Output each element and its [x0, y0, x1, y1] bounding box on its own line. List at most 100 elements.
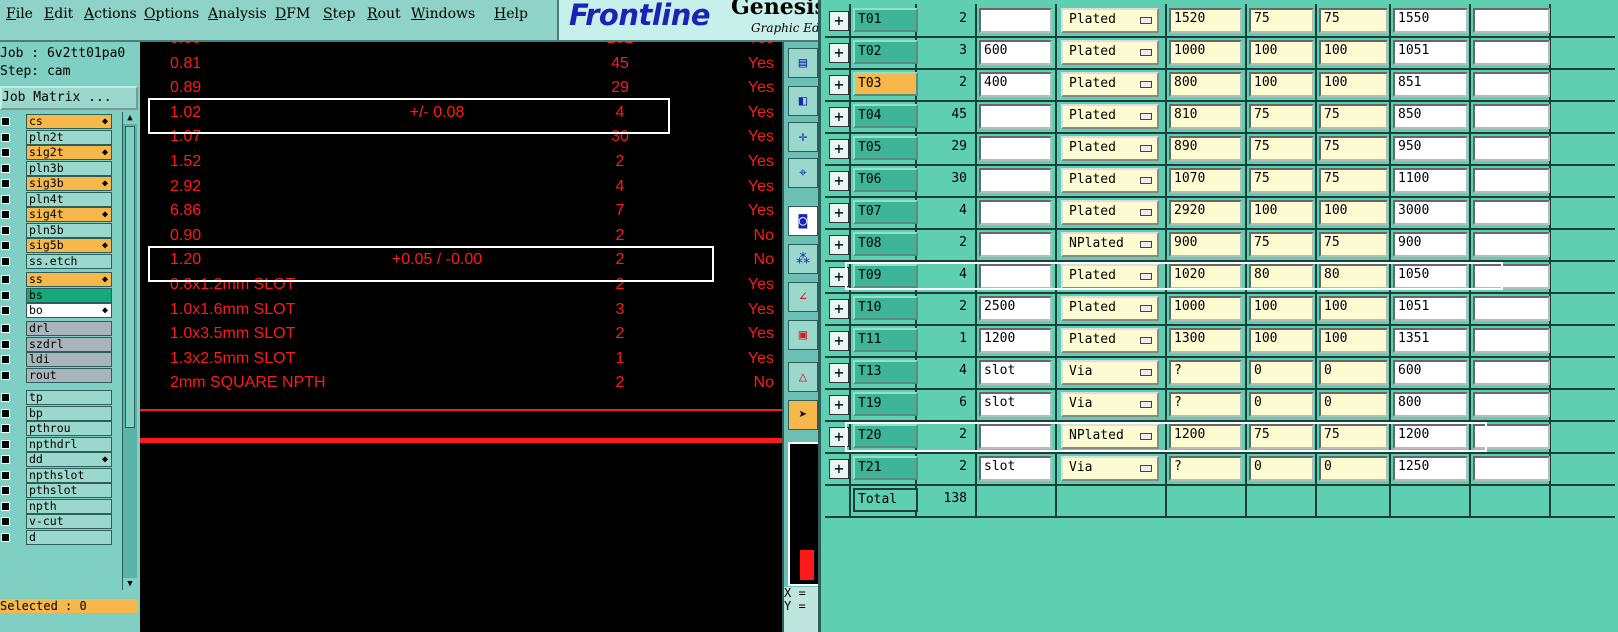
layer-row-ldi[interactable]: ldi	[0, 352, 120, 367]
tool-drill-size-field[interactable]: 800	[1393, 392, 1468, 417]
tool-drill-size-field[interactable]: 850	[1393, 104, 1468, 129]
layer-row-szdrl[interactable]: szdrl	[0, 336, 120, 352]
tool-drill-size-field[interactable]: 600	[1393, 360, 1468, 385]
tool-type-select[interactable]: Plated	[1061, 296, 1159, 321]
layer-checkbox[interactable]	[1, 306, 10, 315]
tool-extra-field[interactable]	[1473, 136, 1550, 161]
layer-checkbox[interactable]	[1, 225, 10, 235]
tool-param-field[interactable]: 600	[979, 40, 1052, 65]
add-tool-icon[interactable]: +	[829, 43, 849, 63]
tool-tol-plus-field[interactable]: 0	[1249, 456, 1314, 481]
tool-finish-size-field[interactable]: ?	[1169, 456, 1242, 481]
layer-name[interactable]: pln5b	[26, 222, 112, 238]
layer-name[interactable]: pln4t	[26, 191, 112, 207]
tool-type-select[interactable]: Plated	[1061, 8, 1159, 33]
menu-edit[interactable]: Edit	[44, 6, 73, 22]
tool-finish-size-field[interactable]: 900	[1169, 232, 1242, 257]
tool-extra-field[interactable]	[1473, 200, 1550, 225]
tool-drill-size-field[interactable]: 1051	[1393, 296, 1468, 321]
scroll-down-arrow-icon[interactable]: ▼	[123, 578, 137, 590]
tool-name-button[interactable]: T08	[853, 232, 918, 256]
job-matrix-button[interactable]: Job Matrix ...	[0, 86, 138, 110]
tool-extra-field[interactable]	[1473, 360, 1550, 385]
tool-drill-size-field[interactable]: 1250	[1393, 456, 1468, 481]
layer-checkbox[interactable]	[1, 424, 10, 433]
tool-name-button[interactable]: T13	[853, 360, 918, 384]
layer-list-scrollbar[interactable]: ▲ ▼	[122, 112, 137, 590]
layer-row-npthslot[interactable]: npthslot	[0, 467, 120, 483]
tool-tol-plus-field[interactable]: 75	[1249, 104, 1314, 129]
tool-tol-minus-field[interactable]: 100	[1319, 72, 1388, 97]
layer-checkbox[interactable]	[1, 517, 10, 526]
tool-tol-plus-field[interactable]: 100	[1249, 40, 1314, 65]
tool-finish-size-field[interactable]: 1000	[1169, 296, 1242, 321]
tool-extra-field[interactable]	[1473, 328, 1550, 353]
tool-extra-field[interactable]	[1473, 8, 1550, 33]
layer-row-pln2t[interactable]: pln2t	[0, 129, 120, 145]
tool-finish-size-field[interactable]: 1070	[1169, 168, 1242, 193]
menu-rout[interactable]: Rout	[367, 6, 401, 22]
fit-window-icon[interactable]: ◧	[788, 86, 818, 116]
layer-row-tp[interactable]: tp	[0, 390, 120, 405]
tool-tol-minus-field[interactable]: 100	[1319, 296, 1388, 321]
menu-options[interactable]: Options	[144, 6, 199, 22]
tool-tol-plus-field[interactable]: 0	[1249, 392, 1314, 417]
tool-name-button[interactable]: T05	[853, 136, 918, 160]
layer-checkbox[interactable]	[1, 470, 10, 480]
layer-name[interactable]: szdrl	[26, 336, 112, 352]
layer-row-cs[interactable]: cs ◆	[0, 114, 120, 129]
layer-name[interactable]: dd ◆	[26, 452, 112, 467]
tool-extra-field[interactable]	[1473, 168, 1550, 193]
layer-checkbox[interactable]	[1, 163, 10, 173]
layer-name[interactable]: cs ◆	[26, 114, 112, 129]
layer-name[interactable]: bs	[26, 287, 112, 303]
menu-step[interactable]: Step	[323, 6, 355, 22]
add-tool-icon[interactable]: +	[829, 11, 849, 31]
tool-name-button[interactable]: T03	[853, 72, 918, 96]
tool-finish-size-field[interactable]: 2920	[1169, 200, 1242, 225]
tool-extra-field[interactable]	[1473, 72, 1550, 97]
tool-name-button[interactable]: T11	[853, 328, 918, 352]
tool-tol-plus-field[interactable]: 75	[1249, 168, 1314, 193]
layer-row-sig3b[interactable]: sig3b ◆	[0, 176, 120, 191]
tool-name-button[interactable]: T01	[853, 8, 918, 32]
layer-row-ss[interactable]: ss ◆	[0, 272, 120, 287]
layer-name[interactable]: pthslot	[26, 483, 112, 498]
tool-name-button[interactable]: T07	[853, 200, 918, 224]
layer-checkbox[interactable]	[1, 455, 10, 464]
tool-extra-field[interactable]	[1473, 40, 1550, 65]
menu-windows[interactable]: Windows	[411, 6, 475, 22]
tool-finish-size-field[interactable]: 1000	[1169, 40, 1242, 65]
layer-checkbox[interactable]	[1, 132, 10, 142]
tool-tol-minus-field[interactable]: 75	[1319, 8, 1388, 33]
layer-row-dd[interactable]: dd ◆	[0, 452, 120, 467]
tool-tol-plus-field[interactable]: 100	[1249, 200, 1314, 225]
tool-drill-size-field[interactable]: 950	[1393, 136, 1468, 161]
layer-row-sig5b[interactable]: sig5b ◆	[0, 238, 120, 253]
measure-icon[interactable]: ⌖	[788, 158, 818, 188]
tool-param-field[interactable]	[979, 8, 1052, 33]
tool-name-button[interactable]: T10	[853, 296, 918, 320]
tool-tol-plus-field[interactable]: 75	[1249, 232, 1314, 257]
tool-param-field[interactable]	[979, 168, 1052, 193]
menu-file[interactable]: File	[6, 6, 33, 22]
layer-row-pthrou[interactable]: pthrou	[0, 421, 120, 436]
layer-row-bo[interactable]: bo ◆	[0, 303, 120, 318]
add-tool-icon[interactable]: +	[829, 331, 849, 351]
layer-name[interactable]: sig3b ◆	[26, 176, 112, 191]
tool-param-field[interactable]: 1200	[979, 328, 1052, 353]
snap-icon[interactable]: ◙	[788, 206, 818, 236]
tool-tol-plus-field[interactable]: 100	[1249, 328, 1314, 353]
tool-tol-minus-field[interactable]: 0	[1319, 392, 1388, 417]
tool-type-select[interactable]: Plated	[1061, 200, 1159, 225]
tool-extra-field[interactable]	[1473, 456, 1550, 481]
layer-row-sig2t[interactable]: sig2t ◆	[0, 145, 120, 160]
layer-name[interactable]: v-cut	[26, 514, 112, 529]
layer-name[interactable]: drl	[26, 321, 112, 336]
tool-param-field[interactable]	[979, 104, 1052, 129]
tool-drill-size-field[interactable]: 1351	[1393, 328, 1468, 353]
tool-finish-size-field[interactable]: 1520	[1169, 8, 1242, 33]
tool-extra-field[interactable]	[1473, 296, 1550, 321]
select-shapes-icon[interactable]: ▣	[788, 320, 818, 350]
layer-row-bp[interactable]: bp	[0, 405, 120, 421]
